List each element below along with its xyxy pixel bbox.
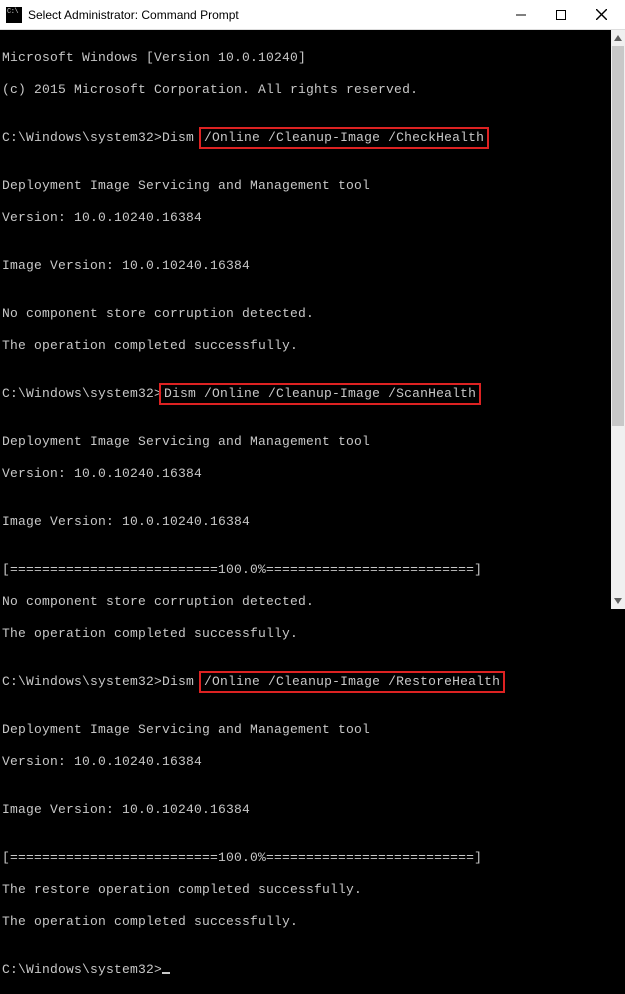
output-line: The operation completed successfully. — [2, 914, 609, 930]
output-line: Microsoft Windows [Version 10.0.10240] — [2, 50, 609, 66]
progress-bar: [==========================100.0%=======… — [2, 562, 609, 578]
terminal-output[interactable]: Microsoft Windows [Version 10.0.10240] (… — [0, 30, 611, 609]
output-line: Image Version: 10.0.10240.16384 — [2, 802, 609, 818]
output-line: The restore operation completed successf… — [2, 882, 609, 898]
output-line: The operation completed successfully. — [2, 338, 609, 354]
prompt-line: C:\Windows\system32>Dism /Online /Cleanu… — [2, 386, 609, 402]
scrollbar-thumb[interactable] — [612, 46, 624, 426]
output-line: Deployment Image Servicing and Managemen… — [2, 722, 609, 738]
highlighted-command: Dism /Online /Cleanup-Image /ScanHealth — [162, 386, 478, 402]
prompt-line: C:\Windows\system32>Dism /Online /Cleanu… — [2, 674, 609, 690]
output-line: Image Version: 10.0.10240.16384 — [2, 258, 609, 274]
output-line: Version: 10.0.10240.16384 — [2, 210, 609, 226]
minimize-button[interactable] — [501, 0, 541, 29]
window-titlebar: Select Administrator: Command Prompt — [0, 0, 625, 30]
output-line: Version: 10.0.10240.16384 — [2, 466, 609, 482]
scroll-down-button[interactable] — [611, 593, 625, 609]
highlighted-args: /Online /Cleanup-Image /CheckHealth — [202, 130, 486, 146]
vertical-scrollbar[interactable] — [611, 30, 625, 609]
window-title: Select Administrator: Command Prompt — [28, 8, 501, 22]
scroll-up-button[interactable] — [611, 30, 625, 46]
output-line: Deployment Image Servicing and Managemen… — [2, 178, 609, 194]
output-line: Deployment Image Servicing and Managemen… — [2, 434, 609, 450]
output-line: No component store corruption detected. — [2, 306, 609, 322]
output-line: No component store corruption detected. — [2, 594, 609, 610]
prompt-prefix: C:\Windows\system32>Dism — [2, 674, 202, 689]
window-controls — [501, 0, 621, 29]
cmd-icon — [6, 7, 22, 23]
prompt-prefix: C:\Windows\system32> — [2, 962, 162, 977]
maximize-button[interactable] — [541, 0, 581, 29]
close-button[interactable] — [581, 0, 621, 29]
output-line: (c) 2015 Microsoft Corporation. All righ… — [2, 82, 609, 98]
output-line: The operation completed successfully. — [2, 626, 609, 642]
prompt-prefix: C:\Windows\system32> — [2, 386, 162, 401]
prompt-line[interactable]: C:\Windows\system32> — [2, 962, 609, 978]
cursor-icon — [162, 972, 170, 974]
prompt-line: C:\Windows\system32>Dism /Online /Cleanu… — [2, 130, 609, 146]
prompt-prefix: C:\Windows\system32>Dism — [2, 130, 202, 145]
output-line: Image Version: 10.0.10240.16384 — [2, 514, 609, 530]
output-line: Version: 10.0.10240.16384 — [2, 754, 609, 770]
highlighted-args: /Online /Cleanup-Image /RestoreHealth — [202, 674, 502, 690]
progress-bar: [==========================100.0%=======… — [2, 850, 609, 866]
